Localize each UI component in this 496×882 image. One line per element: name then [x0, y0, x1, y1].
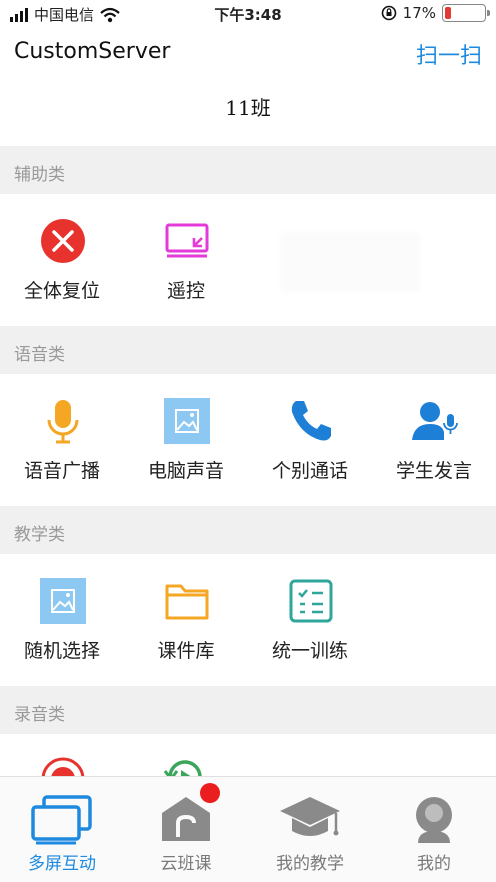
tile-remote[interactable]: 遥控	[124, 194, 248, 326]
section-grid-assist: 全体复位 遥控	[0, 194, 496, 326]
section-header-teaching: 教学类	[0, 506, 496, 554]
section-grid-teaching: 随机选择 课件库 统一训练	[0, 554, 496, 686]
tile-pc-sound[interactable]: 电脑声音	[124, 374, 248, 506]
replay-icon[interactable]	[162, 754, 208, 776]
section-grid-recording	[0, 734, 496, 776]
reset-x-icon	[41, 219, 85, 263]
class-name: 11班	[225, 96, 271, 120]
multi-screen-icon	[31, 795, 92, 845]
picture-icon	[164, 398, 210, 444]
section-title: 录音类	[14, 705, 65, 725]
tile-label: 语音广播	[23, 460, 100, 482]
checklist-icon	[289, 579, 333, 623]
microphone-icon	[47, 400, 79, 444]
folder-icon	[165, 584, 209, 620]
status-bar: 中国电信 下午3:48 17%	[0, 0, 496, 28]
nav-bar: CustomServer 扫一扫	[0, 28, 496, 78]
section-grid-voice: 语音广播 电脑声音 个别通话 学生发言	[0, 374, 496, 506]
tab-bar: 多屏互动 云班课 我的教学 我的	[0, 776, 496, 882]
battery-icon	[442, 4, 490, 22]
tab-multi-screen[interactable]: 多屏互动	[0, 777, 124, 882]
battery-percent: 17%	[402, 4, 436, 22]
section-title: 教学类	[14, 525, 65, 545]
section-header-voice: 语音类	[0, 326, 496, 374]
tile-label: 遥控	[166, 280, 205, 302]
section-header-assist: 辅助类	[0, 146, 496, 194]
tile-label: 随机选择	[23, 640, 100, 662]
tile-individual-call[interactable]: 个别通话	[248, 374, 372, 506]
phone-icon	[291, 401, 331, 441]
graduation-cap-icon	[280, 797, 340, 836]
tab-label: 云班课	[160, 854, 212, 874]
tile-random-select[interactable]: 随机选择	[0, 554, 124, 686]
tile-student-speak[interactable]: 学生发言	[372, 374, 496, 506]
notification-badge	[200, 783, 220, 803]
faded-placeholder	[280, 232, 420, 292]
battery-fill	[445, 7, 451, 19]
tile-label: 电脑声音	[147, 460, 224, 482]
tile-voice-broadcast[interactable]: 语音广播	[0, 374, 124, 506]
tile-courseware-library[interactable]: 课件库	[124, 554, 248, 686]
section-title: 辅助类	[14, 165, 65, 185]
tile-unified-training[interactable]: 统一训练	[248, 554, 372, 686]
tab-cloud-class[interactable]: 云班课	[124, 777, 248, 882]
record-icon[interactable]	[40, 756, 86, 776]
scan-button[interactable]: 扫一扫	[416, 38, 482, 70]
tab-my-teaching[interactable]: 我的教学	[248, 777, 372, 882]
section-header-recording: 录音类	[0, 686, 496, 734]
section-title: 语音类	[14, 345, 65, 365]
tile-reset-all[interactable]: 全体复位	[0, 194, 124, 326]
rotation-lock-icon	[381, 5, 396, 21]
tab-label: 我的教学	[276, 854, 344, 874]
tab-label: 我的	[417, 854, 451, 874]
tab-label: 多屏互动	[28, 854, 96, 874]
tile-label: 学生发言	[395, 460, 472, 482]
student-speak-icon	[412, 402, 458, 440]
tile-label: 课件库	[157, 640, 215, 662]
picture-icon	[40, 578, 86, 624]
tile-label: 全体复位	[23, 280, 100, 302]
tile-label: 个别通话	[271, 460, 348, 482]
tile-label: 统一训练	[271, 640, 348, 662]
profile-icon	[416, 797, 452, 843]
tab-mine[interactable]: 我的	[372, 777, 496, 882]
remote-screen-icon	[165, 223, 209, 258]
status-right: 17%	[381, 4, 490, 22]
app-title: CustomServer	[14, 39, 171, 64]
